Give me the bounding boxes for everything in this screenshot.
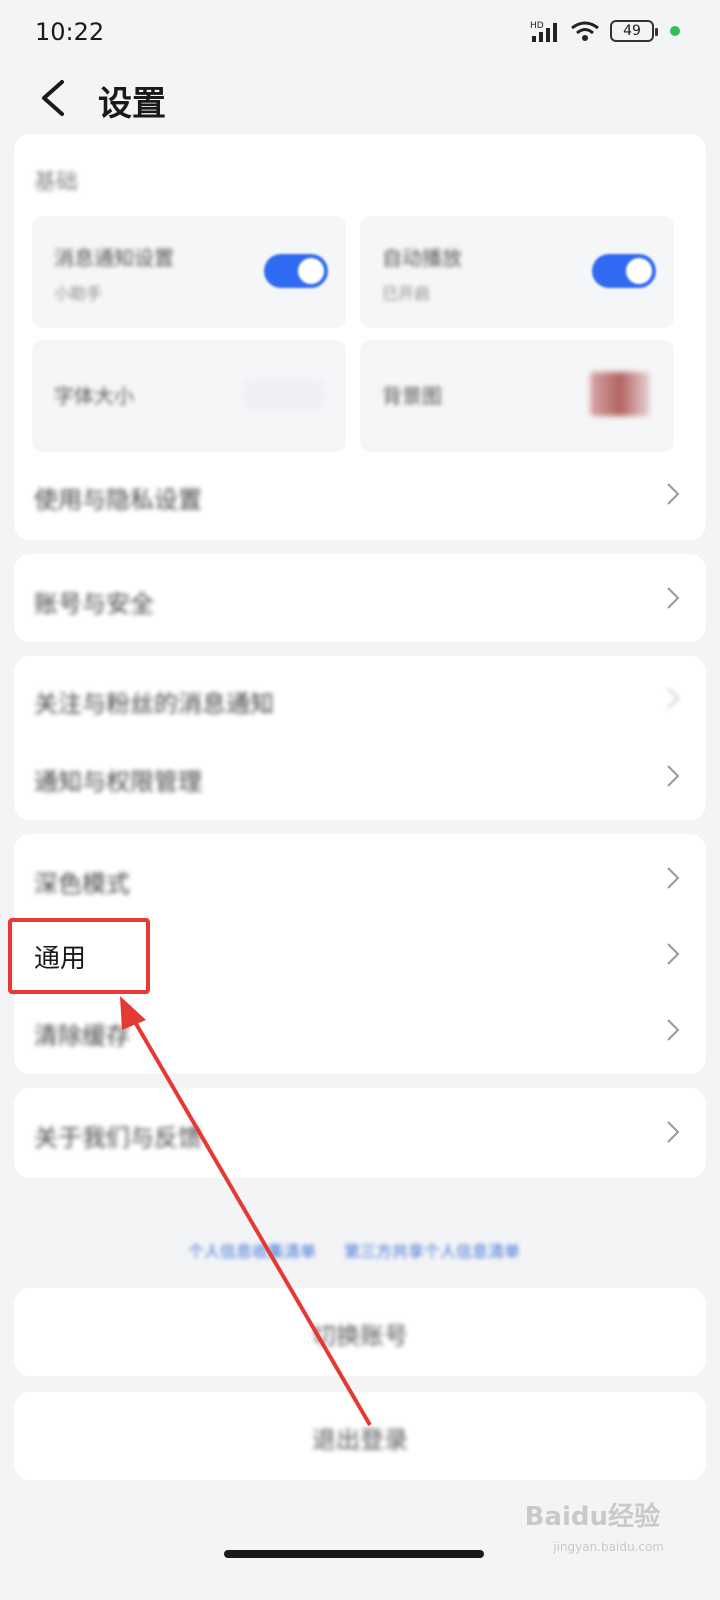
status-bar: 10:22 HD 49 [0,0,720,66]
tile-label: 背景图 [382,384,442,408]
toggle-switch[interactable] [592,254,656,288]
row-dark-mode[interactable]: 深色模式 [14,848,706,908]
baidu-watermark-url: jingyan.baidu.com [553,1540,664,1554]
tile-background[interactable]: 背景图 [360,340,674,452]
highlight-box [8,918,150,994]
nav-bar: 设置 [0,70,720,126]
chevron-right-icon [667,483,680,505]
row-account-security[interactable]: 账号与安全 [14,568,706,628]
network-type-label: HD [530,21,544,31]
camera-indicator-dot [670,26,680,36]
page-title: 设置 [98,84,166,124]
tile-font-size[interactable]: 字体大小 [32,340,346,452]
logout-label: 退出登录 [312,1426,408,1454]
tile-label: 消息通知设置 [54,246,174,270]
home-indicator[interactable] [224,1550,484,1558]
chevron-right-icon [667,687,680,709]
chevron-right-icon [667,1121,680,1143]
tile-autoplay[interactable]: 自动播放 已开启 [360,216,674,328]
third-party-link[interactable]: 第三方共享个人信息清单 [344,1238,520,1261]
signal-icon: HD [530,21,557,42]
wifi-icon [571,21,599,41]
tile-notification[interactable]: 消息通知设置 小助手 [32,216,346,328]
logout-button[interactable]: 退出登录 [14,1392,706,1480]
chevron-right-icon [667,943,680,965]
row-label: 清除缓存 [34,1022,130,1050]
row-label: 使用与隐私设置 [34,486,202,514]
tile-sub: 已开启 [382,284,431,303]
tile-label: 字体大小 [54,384,134,408]
battery-icon: 49 [610,20,658,42]
status-icons: HD 49 [530,20,680,42]
chevron-right-icon [667,765,680,787]
switch-account-button[interactable]: 切换账号 [14,1288,706,1376]
tile-label: 自动播放 [382,246,462,270]
notification-card: 关注与粉丝的消息通知 通知与权限管理 [14,656,706,820]
row-label: 关注与粉丝的消息通知 [34,690,274,718]
row-permission-management[interactable]: 通知与权限管理 [14,746,706,806]
row-label: 账号与安全 [34,590,154,618]
about-card: 关于我们与反馈 [14,1088,706,1178]
row-label: 深色模式 [34,870,130,898]
account-card: 账号与安全 [14,554,706,642]
row-about[interactable]: 关于我们与反馈 [14,1102,706,1162]
background-thumbnail [590,372,650,416]
battery-level: 49 [623,23,641,39]
row-follow-notifications[interactable]: 关注与粉丝的消息通知 [14,668,706,728]
row-privacy-settings[interactable]: 使用与隐私设置 [14,464,706,524]
switch-account-label: 切换账号 [312,1322,408,1350]
chevron-right-icon [667,1019,680,1041]
row-label: 通知与权限管理 [34,768,202,796]
status-time: 10:22 [35,18,105,46]
chevron-right-icon [667,867,680,889]
card-title: 基础 [34,170,79,195]
toggle-switch[interactable] [264,254,328,288]
row-clear-cache[interactable]: 清除缓存 [14,1000,706,1060]
chevron-right-icon [667,587,680,609]
tile-sub: 小助手 [54,284,103,303]
back-arrow-icon[interactable] [34,76,78,120]
tile-value [244,380,324,410]
row-label: 关于我们与反馈 [34,1124,202,1152]
personal-info-link[interactable]: 个人信息收集清单 [188,1238,316,1261]
privacy-links: 个人信息收集清单 第三方共享个人信息清单 [94,1238,614,1261]
baidu-watermark: Baidu经验 [524,1502,660,1532]
basic-settings-card: 基础 消息通知设置 小助手 自动播放 已开启 字体大小 背景图 使用与隐私设置 [14,134,706,540]
